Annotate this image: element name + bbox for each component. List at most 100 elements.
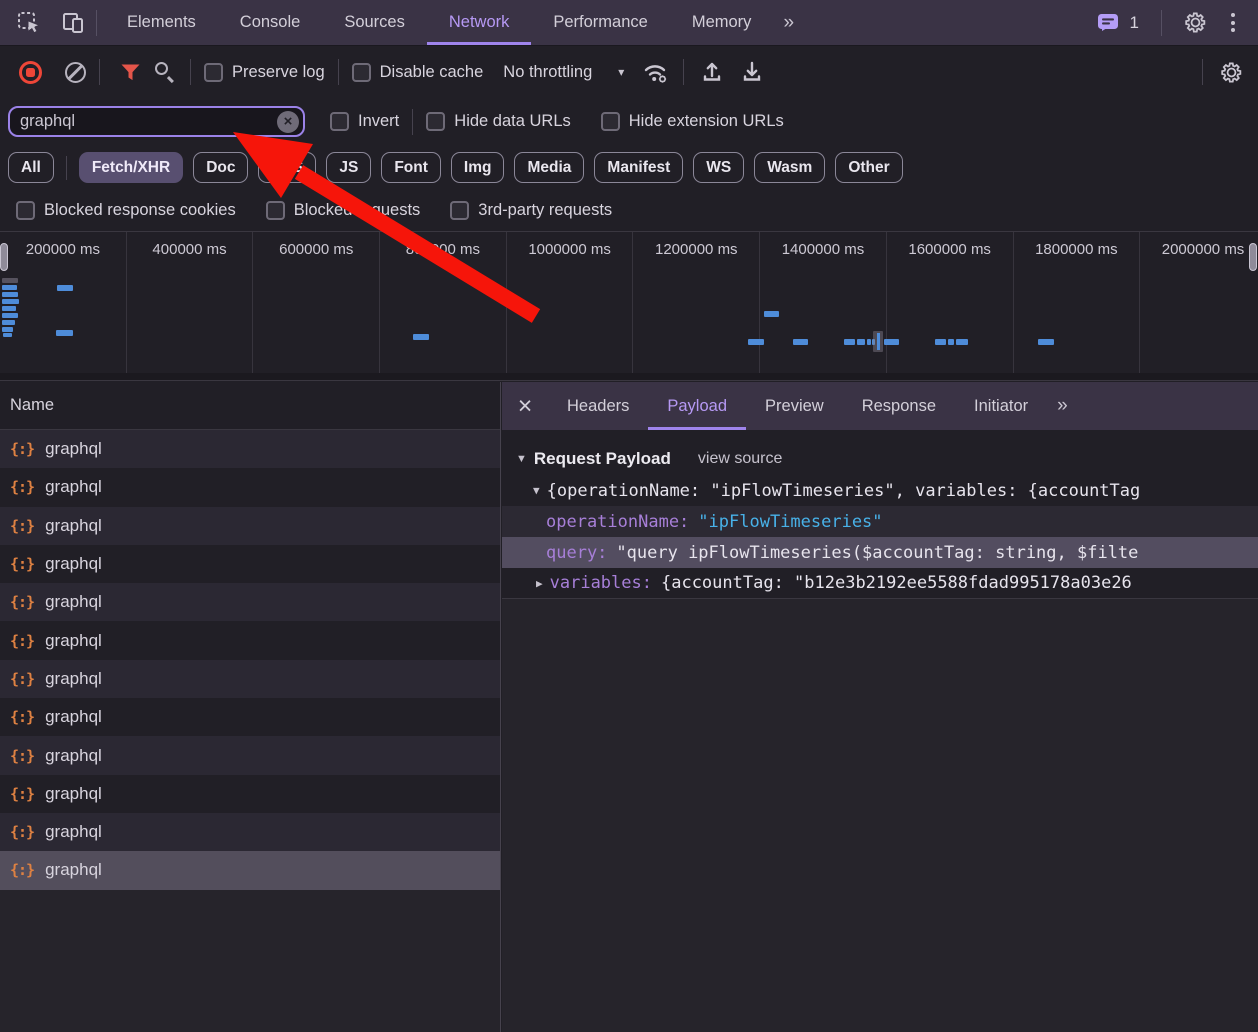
table-row-graphql[interactable]: {:}graphql [0,813,500,851]
table-row-graphql[interactable]: {:}graphql [0,851,500,889]
hide-data-urls-checkbox-box[interactable] [426,112,445,131]
payload-root-row[interactable]: ▼ {operationName: "ipFlowTimeseries", va… [502,475,1258,506]
json-fetch-icon: {:} [10,555,34,573]
chip-wasm[interactable]: Wasm [754,152,825,183]
third-party-checkbox[interactable]: 3rd-party requests [450,201,612,220]
blocked-requests-checkbox-box[interactable] [266,201,285,220]
request-name: graphql [45,669,102,689]
network-conditions-icon[interactable] [640,57,670,87]
payload-operation-row[interactable]: operationName: "ipFlowTimeseries" [502,506,1258,537]
detail-tab-response[interactable]: Response [843,382,955,430]
table-row-graphql[interactable]: {:}graphql [0,698,500,736]
blocked-requests-checkbox[interactable]: Blocked requests [266,201,421,220]
timeline-request-bar [867,339,871,345]
overview-left-gripper[interactable] [0,243,8,271]
export-har-icon[interactable] [737,57,767,87]
hide-data-urls-checkbox[interactable]: Hide data URLs [426,112,570,131]
preserve-log-label: Preserve log [232,63,325,82]
chip-media[interactable]: Media [514,152,584,183]
filter-input[interactable] [8,106,305,137]
json-fetch-icon: {:} [10,747,34,765]
hide-data-urls-label: Hide data URLs [454,112,570,131]
disable-cache-checkbox[interactable]: Disable cache [352,63,484,82]
tab-elements[interactable]: Elements [105,0,218,45]
filter-funnel-icon[interactable] [115,57,145,87]
table-row-graphql[interactable]: {:}graphql [0,775,500,813]
disable-cache-checkbox-box[interactable] [352,63,371,82]
detail-more-tabs-icon[interactable]: » [1047,382,1076,430]
table-row-graphql[interactable]: {:}graphql [0,468,500,506]
search-icon[interactable] [153,60,177,84]
payload-variables-row[interactable]: ▶ variables: {accountTag: "b12e3b2192ee5… [502,568,1258,599]
issues-message-icon[interactable] [1093,8,1123,38]
toolbar-divider-2 [190,59,191,85]
chip-fetch-xhr[interactable]: Fetch/XHR [79,152,183,183]
timeline-request-bar [413,334,429,340]
overview-right-gripper[interactable] [1249,243,1257,271]
table-row-graphql[interactable]: {:}graphql [0,507,500,545]
device-toolbar-icon[interactable] [58,8,88,38]
detail-tab-payload[interactable]: Payload [648,382,746,430]
chip-img[interactable]: Img [451,152,505,183]
chip-other[interactable]: Other [835,152,902,183]
chip-font[interactable]: Font [381,152,441,183]
chip-all[interactable]: All [8,152,54,183]
tab-performance[interactable]: Performance [531,0,669,45]
network-overview-timeline[interactable]: 200000 ms400000 ms600000 ms800000 ms1000… [0,231,1258,381]
timeline-request-bar [857,339,865,345]
tab-console[interactable]: Console [218,0,323,45]
detail-tab-headers[interactable]: Headers [548,382,648,430]
table-row-graphql[interactable]: {:}graphql [0,430,500,468]
chip-js[interactable]: JS [326,152,371,183]
timeline-request-bar [748,339,764,345]
more-panels-icon[interactable]: » [773,0,802,45]
payload-query-row[interactable]: query: "query ipFlowTimeseries($accountT… [502,537,1258,568]
invert-checkbox[interactable]: Invert [330,112,399,131]
triangle-down-icon[interactable]: ▼ [533,484,540,497]
clear-network-log-icon[interactable] [65,62,86,83]
throttling-dropdown[interactable]: No throttling ▾ [503,63,624,82]
blocked-cookies-checkbox-box[interactable] [16,201,35,220]
tab-network[interactable]: Network [427,0,532,45]
invert-checkbox-box[interactable] [330,112,349,131]
kebab-menu-icon[interactable] [1220,8,1246,38]
table-row-graphql[interactable]: {:} graphql [0,621,500,659]
timeline-scroll-track [0,373,1258,380]
hide-extension-urls-checkbox-box[interactable] [601,112,620,131]
table-row-graphql[interactable]: {:}graphql [0,660,500,698]
chip-doc[interactable]: Doc [193,152,248,183]
detail-tab-preview[interactable]: Preview [746,382,843,430]
devtools-tabbar: ElementsConsoleSourcesNetworkPerformance… [0,0,1258,46]
inspect-element-icon[interactable] [14,8,44,38]
settings-gear-icon[interactable] [1180,8,1210,38]
request-name: graphql [45,631,102,651]
chip-ws[interactable]: WS [693,152,744,183]
chip-manifest[interactable]: Manifest [594,152,683,183]
json-fetch-icon: {:} [10,478,34,496]
clear-filter-icon[interactable]: × [277,111,299,133]
preserve-log-checkbox[interactable]: Preserve log [204,63,325,82]
table-row-graphql[interactable]: {:}graphql [0,736,500,774]
import-har-icon[interactable] [697,57,727,87]
payload-key: operationName: [546,512,689,532]
network-settings-gear-icon[interactable] [1216,57,1246,87]
json-fetch-icon: {:} [10,632,34,650]
json-fetch-icon: {:} [10,517,34,535]
record-network-log-icon[interactable] [19,61,42,84]
close-icon[interactable]: × [502,382,548,430]
tab-sources[interactable]: Sources [322,0,427,45]
detail-tab-initiator[interactable]: Initiator [955,382,1047,430]
name-column-header[interactable]: Name [0,382,500,430]
view-source-link[interactable]: view source [698,450,782,468]
table-row-graphql[interactable]: {:}graphql [0,583,500,621]
tab-memory[interactable]: Memory [670,0,774,45]
chip-css[interactable]: CSS [258,152,316,183]
request-payload-section-header[interactable]: ▼ Request Payload view source [502,443,1258,475]
triangle-right-icon[interactable]: ▶ [536,577,543,590]
hide-extension-urls-checkbox[interactable]: Hide extension URLs [601,112,784,131]
preserve-log-checkbox-box[interactable] [204,63,223,82]
third-party-checkbox-box[interactable] [450,201,469,220]
blocked-cookies-checkbox[interactable]: Blocked response cookies [16,201,236,220]
request-name: graphql [45,784,102,804]
table-row-graphql[interactable]: {:}graphql [0,545,500,583]
